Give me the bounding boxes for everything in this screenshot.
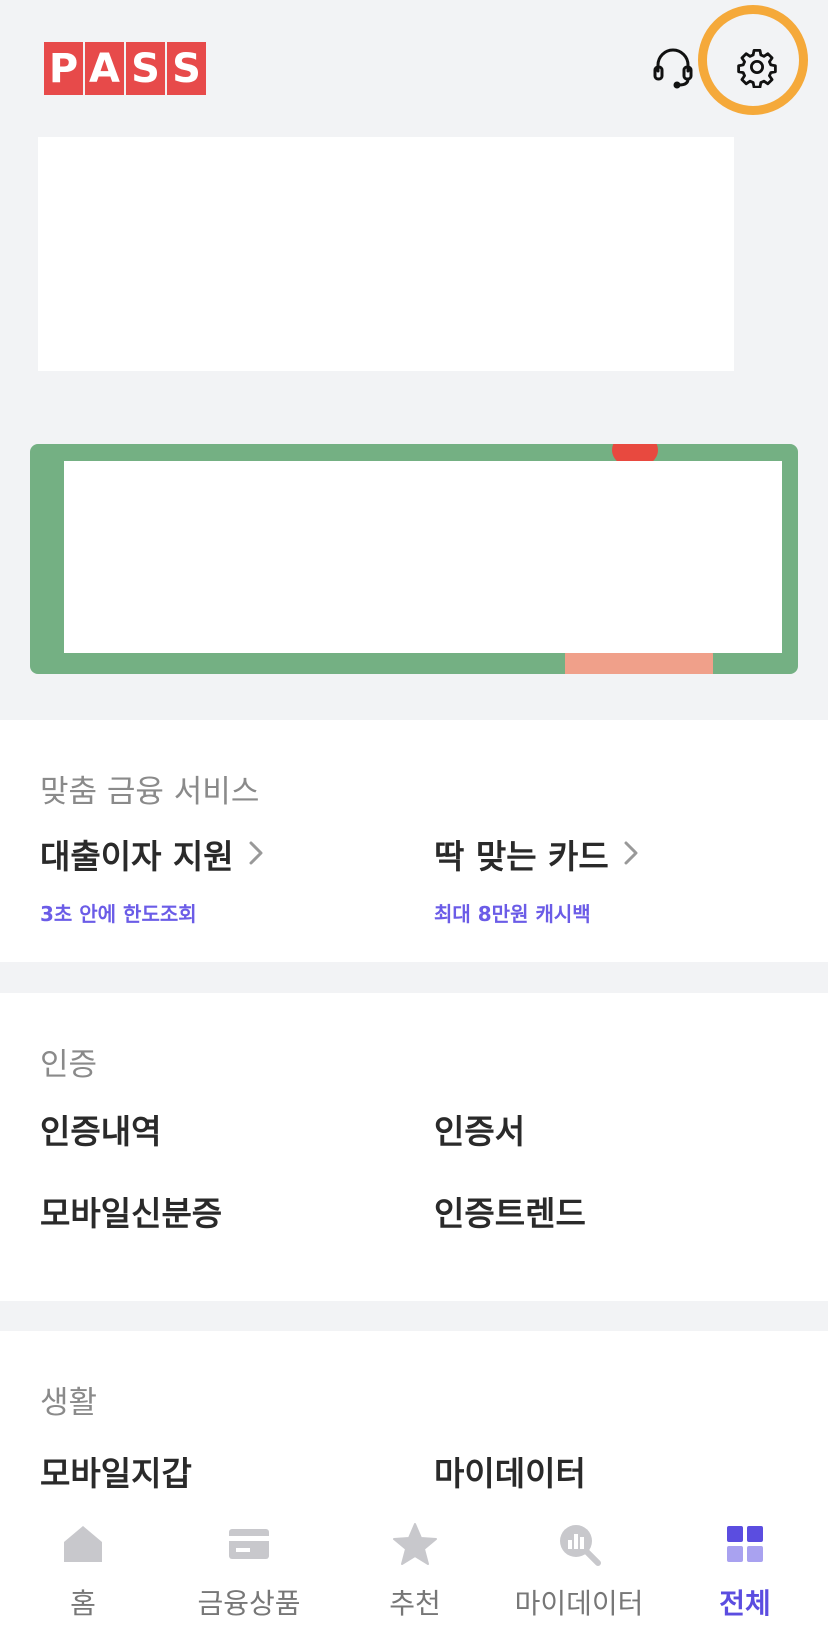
home-icon bbox=[59, 1520, 107, 1568]
card-icon bbox=[225, 1520, 273, 1568]
item-label: 딱 맞는 카드 bbox=[434, 837, 609, 876]
logo-letter: A bbox=[85, 42, 124, 95]
grid-icon bbox=[721, 1520, 769, 1568]
tab-label: 마이데이터 bbox=[514, 1587, 644, 1620]
tab-recommend[interactable]: 추천 bbox=[332, 1502, 498, 1648]
banner-decoration bbox=[565, 650, 713, 674]
section-title: 생활 bbox=[40, 1385, 98, 1421]
section-title: 인증 bbox=[40, 1047, 98, 1083]
star-icon bbox=[391, 1520, 439, 1568]
mydata-link[interactable]: 마이데이터 bbox=[434, 1447, 586, 1495]
tab-label: 홈 bbox=[70, 1587, 96, 1620]
section-title: 맞춤 금융 서비스 bbox=[40, 774, 260, 810]
tab-mydata[interactable]: 마이데이터 bbox=[496, 1502, 662, 1648]
app-header: P A S S bbox=[0, 0, 828, 132]
tab-label: 추천 bbox=[389, 1587, 441, 1620]
headset-icon[interactable] bbox=[650, 44, 696, 90]
loan-interest-link[interactable]: 대출이자 지원 bbox=[40, 830, 264, 878]
chevron-right-icon bbox=[623, 835, 639, 874]
tab-label: 전체 bbox=[719, 1587, 771, 1620]
matching-card-link[interactable]: 딱 맞는 카드 bbox=[434, 830, 639, 878]
auth-history-link[interactable]: 인증내역 bbox=[40, 1105, 161, 1153]
tab-label: 금융상품 bbox=[197, 1587, 301, 1620]
pass-logo: P A S S bbox=[44, 42, 206, 95]
tab-home[interactable]: 홈 bbox=[0, 1502, 166, 1648]
logo-letter: S bbox=[167, 42, 206, 95]
tab-finance-products[interactable]: 금융상품 bbox=[166, 1502, 332, 1648]
life-section: 생활 모바일지갑 마이데이터 bbox=[0, 1331, 828, 1521]
mobile-id-link[interactable]: 모바일신분증 bbox=[40, 1187, 222, 1235]
auth-trend-link[interactable]: 인증트렌드 bbox=[434, 1187, 586, 1235]
top-banner[interactable] bbox=[38, 137, 734, 371]
settings-highlight-ring bbox=[698, 5, 808, 115]
logo-letter: P bbox=[44, 42, 83, 95]
bottom-tab-bar: 홈 금융상품 추천 마이데이터 전체 bbox=[0, 1502, 828, 1648]
chevron-right-icon bbox=[248, 835, 264, 874]
tab-all[interactable]: 전체 bbox=[662, 1502, 828, 1648]
certificate-link[interactable]: 인증서 bbox=[434, 1105, 525, 1153]
chart-search-icon bbox=[555, 1520, 603, 1568]
auth-section: 인증 인증내역 인증서 모바일신분증 인증트렌드 bbox=[0, 993, 828, 1301]
promo-banner[interactable] bbox=[30, 444, 798, 674]
item-subtext: 3초 안에 한도조회 bbox=[40, 902, 197, 926]
promo-banner-content bbox=[64, 461, 782, 653]
item-subtext: 최대 8만원 캐시백 bbox=[434, 902, 591, 926]
finance-section: 맞춤 금융 서비스 대출이자 지원 3초 안에 한도조회 딱 맞는 카드 최대 … bbox=[0, 720, 828, 962]
mobile-wallet-link[interactable]: 모바일지갑 bbox=[40, 1447, 192, 1495]
logo-letter: S bbox=[126, 42, 165, 95]
item-label: 대출이자 지원 bbox=[40, 837, 234, 876]
